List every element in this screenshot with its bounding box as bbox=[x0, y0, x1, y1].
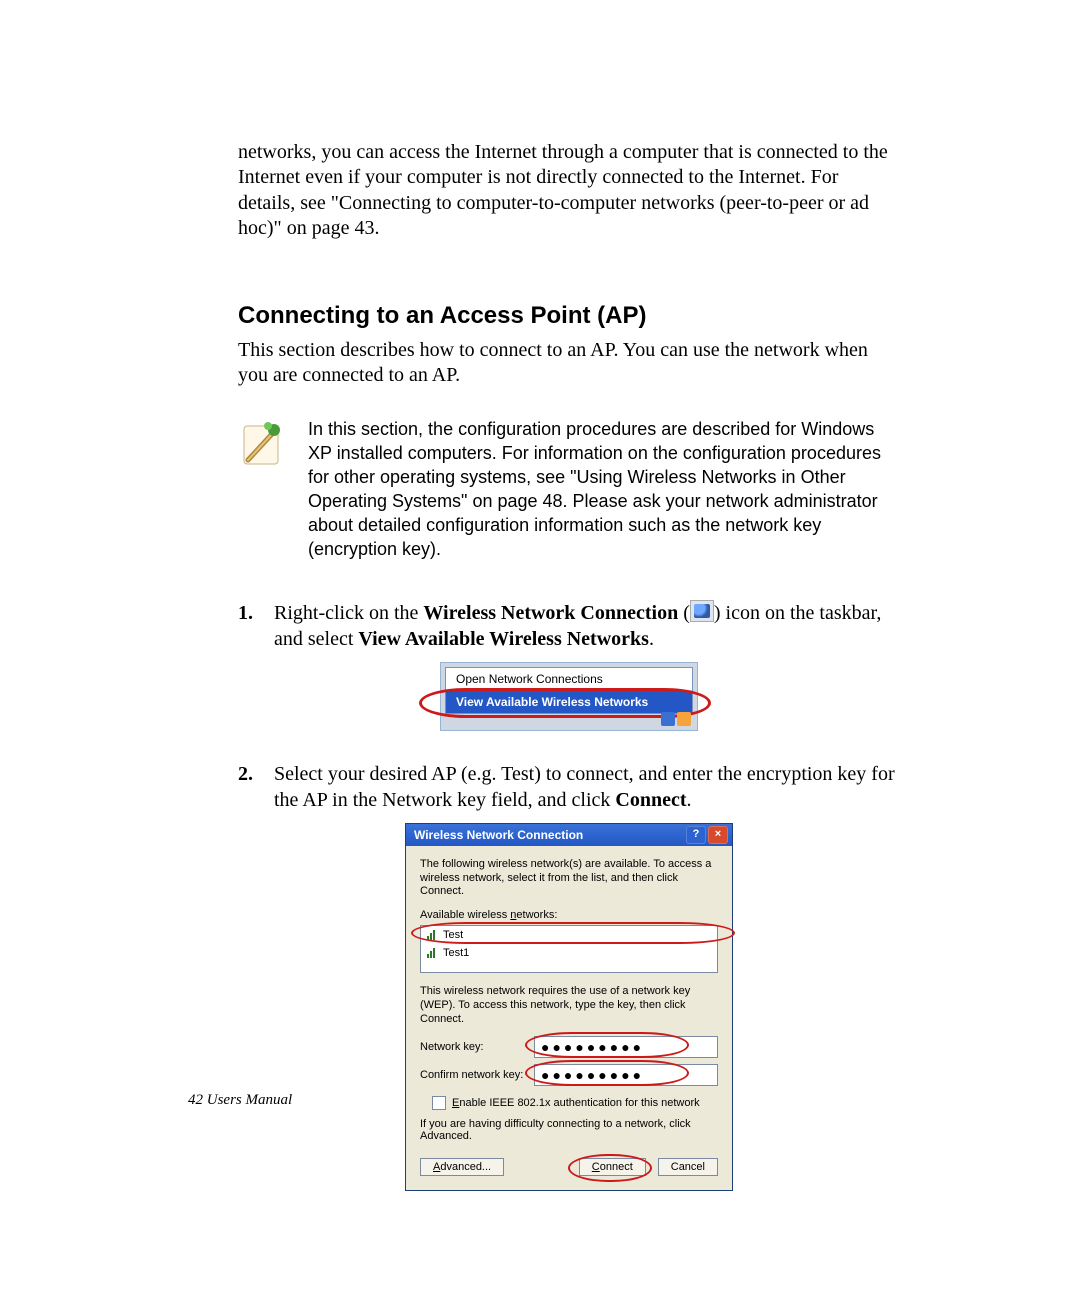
wireless-connection-dialog: Wireless Network Connection ? × The foll… bbox=[405, 823, 733, 1192]
connect-button[interactable]: Connect bbox=[579, 1158, 646, 1176]
context-menu: Open Network Connections View Available … bbox=[445, 667, 693, 714]
screenshot-context-menu: Open Network Connections View Available … bbox=[238, 662, 900, 731]
signal-icon bbox=[427, 930, 437, 940]
step-2: 2. Select your desired AP (e.g. Test) to… bbox=[238, 761, 900, 813]
tray-icon bbox=[677, 712, 691, 726]
available-networks-label: Available wireless networks: bbox=[420, 909, 718, 921]
button-rest: dvanced... bbox=[440, 1161, 491, 1173]
screenshot-dialog: Wireless Network Connection ? × The foll… bbox=[238, 823, 900, 1192]
text: Available wireless bbox=[420, 909, 510, 921]
network-list[interactable]: Test Test1 bbox=[420, 925, 718, 973]
taskbar-icons bbox=[653, 710, 691, 728]
text: etworks: bbox=[516, 909, 557, 921]
masked-value: ●●●●●●●●● bbox=[541, 1039, 644, 1055]
note-block: In this section, the configuration proce… bbox=[238, 418, 900, 562]
bold-text: Connect bbox=[615, 789, 686, 811]
cancel-button[interactable]: Cancel bbox=[658, 1158, 718, 1176]
page: networks, you can access the Internet th… bbox=[0, 0, 1080, 1309]
network-key-row: Network key: ●●●●●●●●● bbox=[420, 1036, 718, 1058]
ieee8021x-checkbox[interactable] bbox=[432, 1096, 446, 1110]
page-footer: 42 Users Manual bbox=[188, 1092, 292, 1109]
dialog-description: The following wireless network(s) are av… bbox=[420, 858, 718, 899]
advanced-hint: If you are having difficulty connecting … bbox=[420, 1118, 718, 1142]
checkbox-label: Enable IEEE 802.1x authentication for th… bbox=[452, 1097, 700, 1109]
step-2-body: Select your desired AP (e.g. Test) to co… bbox=[274, 761, 900, 813]
wireless-tray-icon bbox=[690, 600, 714, 622]
wep-description: This wireless network requires the use o… bbox=[420, 985, 718, 1026]
text: . bbox=[649, 628, 654, 650]
dialog-body: The following wireless network(s) are av… bbox=[406, 846, 732, 1191]
dialog-titlebar: Wireless Network Connection ? × bbox=[406, 824, 732, 846]
step-1: 1. Right-click on the Wireless Network C… bbox=[238, 600, 900, 652]
button-rest: onnect bbox=[600, 1161, 633, 1173]
step-number: 2. bbox=[238, 761, 262, 813]
text: nable IEEE 802.1x authentication for thi… bbox=[459, 1097, 699, 1109]
network-key-input[interactable]: ●●●●●●●●● bbox=[534, 1036, 718, 1058]
step-number: 1. bbox=[238, 600, 262, 652]
text: Select your desired AP (e.g. Test) to co… bbox=[274, 763, 895, 811]
help-button[interactable]: ? bbox=[686, 826, 706, 844]
confirm-key-input[interactable]: ●●●●●●●●● bbox=[534, 1064, 718, 1086]
advanced-button[interactable]: Advanced... bbox=[420, 1158, 504, 1176]
note-icon bbox=[238, 420, 286, 470]
section-intro: This section describes how to connect to… bbox=[238, 338, 900, 389]
bold-text: Wireless Network Connection bbox=[423, 602, 678, 624]
network-key-label: Network key: bbox=[420, 1041, 526, 1053]
text: ( bbox=[678, 602, 690, 624]
bold-text: View Available Wireless Networks bbox=[358, 628, 649, 650]
masked-value: ●●●●●●●●● bbox=[541, 1067, 644, 1083]
text: Right-click on the bbox=[274, 602, 423, 624]
network-name: Test1 bbox=[443, 947, 469, 959]
step-1-body: Right-click on the Wireless Network Conn… bbox=[274, 600, 900, 652]
signal-icon bbox=[427, 948, 437, 958]
text: . bbox=[687, 789, 692, 811]
ieee8021x-row: Enable IEEE 802.1x authentication for th… bbox=[432, 1096, 718, 1110]
close-button[interactable]: × bbox=[708, 826, 728, 844]
network-name: Test bbox=[443, 929, 463, 941]
network-item-test[interactable]: Test bbox=[421, 926, 717, 944]
section-heading: Connecting to an Access Point (AP) bbox=[238, 302, 900, 330]
note-text: In this section, the configuration proce… bbox=[308, 418, 900, 562]
dialog-buttons: Advanced... Connect Cancel bbox=[420, 1158, 718, 1176]
network-item-test1[interactable]: Test1 bbox=[421, 944, 717, 962]
intro-paragraph: networks, you can access the Internet th… bbox=[238, 140, 900, 242]
tray-icon bbox=[661, 712, 675, 726]
confirm-key-label: Confirm network key: bbox=[420, 1069, 526, 1081]
confirm-key-row: Confirm network key: ●●●●●●●●● bbox=[420, 1064, 718, 1086]
context-menu-container: Open Network Connections View Available … bbox=[440, 662, 698, 731]
dialog-title: Wireless Network Connection bbox=[414, 828, 583, 842]
menu-item-open-connections[interactable]: Open Network Connections bbox=[446, 668, 692, 691]
